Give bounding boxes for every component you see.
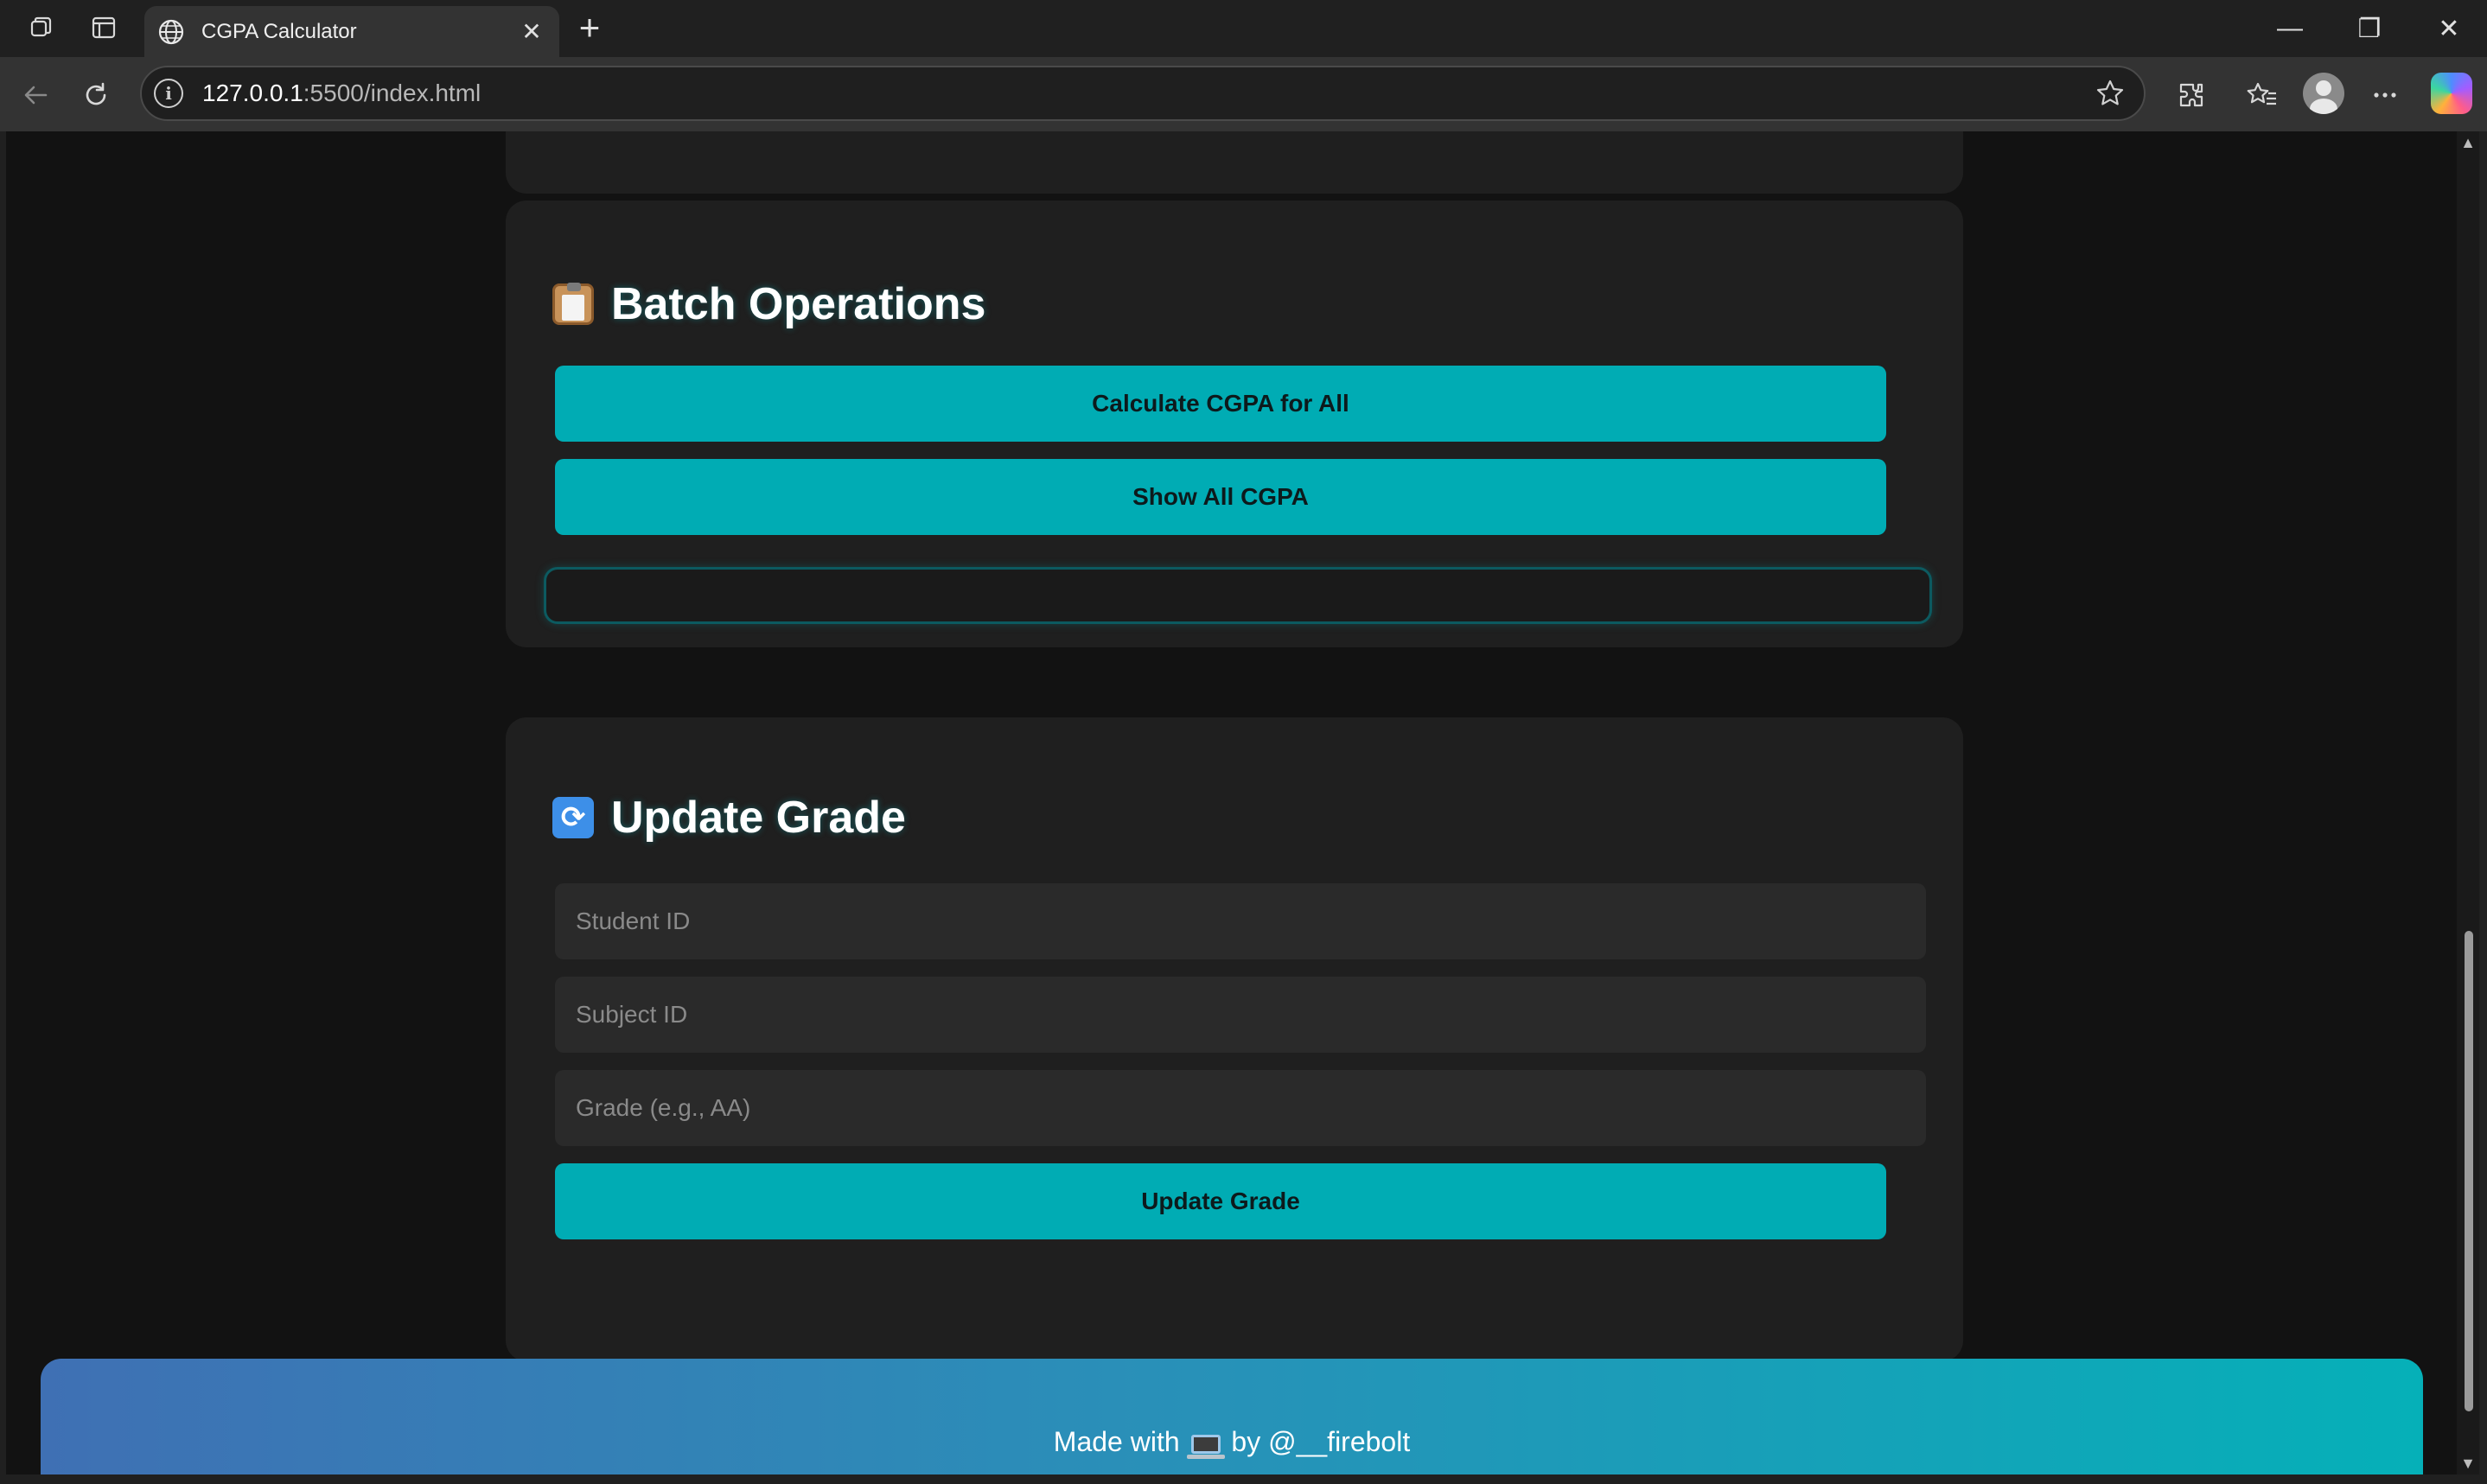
update-grade-title: Update Grade	[611, 793, 906, 843]
favorites-icon[interactable]	[2242, 75, 2282, 115]
more-icon[interactable]	[2365, 75, 2405, 115]
update-grade-heading: ⟳ Update Grade	[552, 792, 906, 844]
grade-input[interactable]	[555, 1070, 1926, 1146]
student-id-input[interactable]	[555, 883, 1926, 959]
globe-icon	[156, 17, 186, 47]
footer-text: Made with by @__firebolt	[41, 1426, 2423, 1459]
tab-title: CGPA Calculator	[201, 19, 357, 43]
vertical-tabs-icon[interactable]	[85, 10, 123, 45]
url-path: :5500/index.html	[303, 80, 481, 106]
back-icon[interactable]	[16, 75, 55, 115]
restore-button[interactable]: ❐	[2331, 7, 2408, 50]
batch-operations-heading: Batch Operations	[552, 278, 985, 330]
browser-titlebar: CGPA Calculator ✕ + — ❐ ✕	[0, 0, 2487, 57]
update-grade-card: ⟳ Update Grade Update Grade	[506, 717, 1963, 1361]
calculate-cgpa-all-button[interactable]: Calculate CGPA for All	[555, 366, 1886, 442]
batch-operations-title: Batch Operations	[611, 279, 986, 329]
close-tab-icon[interactable]: ✕	[514, 15, 549, 49]
url-text[interactable]: 127.0.0.1:5500/index.html	[202, 80, 2090, 107]
info-icon[interactable]: i	[154, 79, 183, 108]
close-window-button[interactable]: ✕	[2410, 7, 2487, 50]
refresh-arrows-icon: ⟳	[552, 797, 594, 838]
url-host: 127.0.0.1	[202, 80, 303, 106]
footer-prefix: Made with	[1053, 1426, 1180, 1457]
scroll-down-icon[interactable]: ▼	[2460, 1455, 2476, 1471]
footer-suffix: by @__firebolt	[1231, 1426, 1411, 1457]
scrollbar-thumb[interactable]	[2465, 931, 2473, 1411]
refresh-icon[interactable]	[76, 75, 116, 115]
batch-operations-card: Batch Operations Calculate CGPA for All …	[506, 201, 1963, 647]
previous-section-card	[506, 131, 1963, 194]
extensions-icon[interactable]	[2171, 75, 2211, 115]
laptop-icon	[1186, 1434, 1225, 1459]
profile-icon[interactable]	[2303, 73, 2344, 114]
browser-navbar: i 127.0.0.1:5500/index.html	[0, 57, 2487, 131]
page-viewport: Batch Operations Calculate CGPA for All …	[6, 131, 2457, 1474]
new-tab-button[interactable]: +	[571, 7, 609, 48]
address-bar[interactable]: i 127.0.0.1:5500/index.html	[140, 66, 2146, 121]
batch-result-output	[544, 567, 1932, 624]
page-scrollbar[interactable]: ▲ ▼	[2457, 131, 2479, 1474]
tab-actions-icon[interactable]	[22, 10, 61, 45]
window-bottom-edge	[0, 1474, 2487, 1484]
browser-tab[interactable]: CGPA Calculator ✕	[144, 6, 559, 57]
clipboard-icon	[552, 283, 594, 325]
show-all-cgpa-button[interactable]: Show All CGPA	[555, 459, 1886, 535]
footer: Made with by @__firebolt	[41, 1359, 2423, 1474]
scroll-up-icon[interactable]: ▲	[2460, 135, 2476, 150]
star-icon[interactable]	[2090, 73, 2130, 113]
update-grade-button[interactable]: Update Grade	[555, 1163, 1886, 1239]
minimize-button[interactable]: —	[2251, 7, 2329, 50]
subject-id-input[interactable]	[555, 977, 1926, 1053]
copilot-icon[interactable]	[2431, 73, 2472, 114]
